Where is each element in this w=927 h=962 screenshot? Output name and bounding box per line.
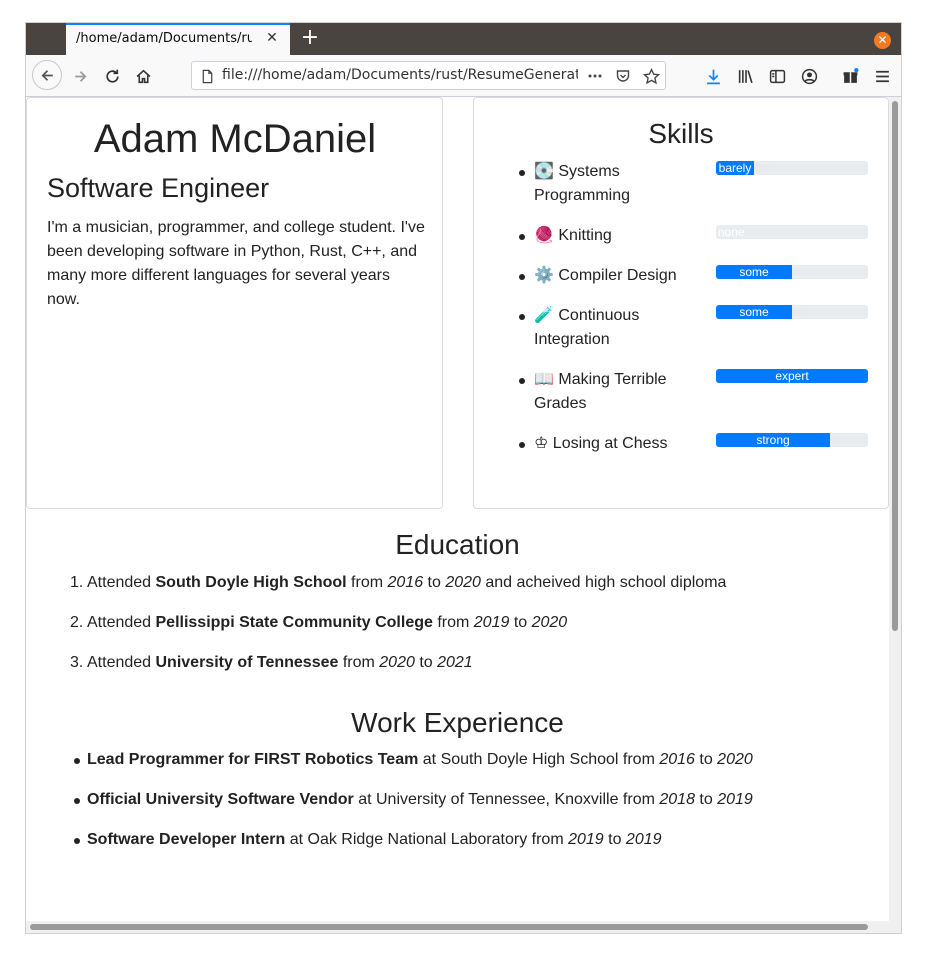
- downloads-button[interactable]: [699, 62, 727, 90]
- forward-button[interactable]: [66, 62, 94, 90]
- skill-progress-bar: some: [716, 265, 868, 279]
- skill-label: ♔ Losing at Chess: [534, 435, 668, 452]
- skill-label: 💽 Systems Programming: [534, 163, 631, 204]
- chess-king-icon: ♔: [534, 435, 549, 452]
- window-close-button[interactable]: ✕: [874, 32, 891, 49]
- bullet: [74, 798, 80, 804]
- horizontal-scrollbar[interactable]: [26, 921, 889, 933]
- yarn-icon: 🧶: [534, 227, 554, 244]
- forward-arrow-icon: [74, 70, 86, 82]
- skill-progress-bar: some: [716, 305, 868, 319]
- work-item: Official University Software Vendor at U…: [87, 791, 753, 808]
- back-arrow-icon: [41, 69, 53, 81]
- horizontal-scroll-thumb[interactable]: [30, 924, 868, 930]
- browser-window: /home/adam/Documents/rust ✕ + ✕ file:///…: [26, 23, 901, 933]
- profile-bio: I'm a musician, programmer, and college …: [47, 219, 425, 308]
- skill-progress-bar: expert: [716, 369, 868, 383]
- skill-progress-fill: strong: [716, 433, 830, 447]
- pocket-icon[interactable]: [614, 67, 632, 85]
- skill-progress-fill: expert: [716, 369, 868, 383]
- profile-role: Software Engineer: [47, 173, 270, 203]
- active-tab[interactable]: /home/adam/Documents/rust ✕: [66, 23, 290, 55]
- back-button[interactable]: [32, 60, 62, 90]
- bullet: [519, 274, 525, 280]
- disk-icon: 💽: [534, 163, 554, 180]
- skill-progress-fill: some: [716, 305, 792, 319]
- account-icon: [801, 68, 817, 84]
- page-icon: [198, 67, 216, 85]
- education-item: Attended University of Tennessee from 20…: [87, 654, 473, 671]
- download-icon: [706, 69, 720, 84]
- skill-progress-bar: barely: [716, 161, 868, 175]
- bookmark-star-icon[interactable]: [642, 67, 660, 85]
- gift-icon: [843, 67, 858, 83]
- education-item: Attended Pellissippi State Community Col…: [87, 614, 568, 631]
- new-tab-button[interactable]: +: [298, 27, 322, 51]
- skill-label: 🧪 Continuous Integration: [534, 307, 640, 348]
- skill-progress-bar: none: [716, 225, 868, 239]
- list-number: 3.: [70, 654, 84, 671]
- list-number: 1.: [70, 574, 84, 591]
- skills-title: Skills: [648, 118, 714, 149]
- bullet: [519, 442, 525, 448]
- page-actions-icon[interactable]: [586, 67, 604, 85]
- home-button[interactable]: [129, 62, 157, 90]
- home-icon: [136, 69, 150, 83]
- reload-icon: [105, 69, 119, 83]
- bullet: [519, 170, 525, 176]
- work-item: Software Developer Intern at Oak Ridge N…: [87, 831, 662, 848]
- sidebar-button[interactable]: [763, 62, 791, 90]
- page-content: Adam McDaniel Software Engineer I'm a mu…: [26, 97, 889, 933]
- education-title: Education: [395, 529, 520, 560]
- tab-close-icon[interactable]: ✕: [264, 30, 280, 46]
- skill-progress-bar: strong: [716, 433, 868, 447]
- navigation-toolbar: file:///home/adam/Documents/rust/ResumeG…: [26, 55, 901, 97]
- skills-card: Skills 💽 Systems Programming barely 🧶 Kn…: [473, 97, 889, 509]
- sidebar-icon: [769, 69, 785, 83]
- skill-progress-fill: none: [717, 225, 745, 239]
- extensions-button[interactable]: [836, 62, 864, 90]
- reload-button[interactable]: [98, 62, 126, 90]
- bullet: [519, 234, 525, 240]
- open-book-icon: 📖: [534, 371, 554, 388]
- list-number: 2.: [70, 614, 84, 631]
- skill-progress-fill: barely: [716, 161, 754, 175]
- skill-progress-fill: some: [716, 265, 792, 279]
- library-icon: [738, 69, 753, 83]
- gear-icon: ⚙️: [534, 267, 554, 284]
- test-tube-icon: 🧪: [534, 307, 554, 324]
- skill-label: ⚙️ Compiler Design: [534, 267, 677, 284]
- menu-button[interactable]: [868, 62, 896, 90]
- bullet: [74, 838, 80, 844]
- account-button[interactable]: [795, 62, 823, 90]
- library-button[interactable]: [731, 62, 759, 90]
- bullet: [519, 378, 525, 384]
- profile-card: Adam McDaniel Software Engineer I'm a mu…: [26, 97, 443, 509]
- skill-label: 📖 Making Terrible Grades: [534, 371, 667, 412]
- education-item: Attended South Doyle High School from 20…: [87, 574, 727, 591]
- hamburger-menu-icon: [875, 70, 889, 82]
- url-text[interactable]: file:///home/adam/Documents/rust/ResumeG…: [222, 67, 578, 83]
- tab-title: /home/adam/Documents/rust: [76, 31, 252, 46]
- address-bar[interactable]: file:///home/adam/Documents/rust/ResumeG…: [191, 61, 666, 90]
- vertical-scrollbar[interactable]: [889, 97, 901, 933]
- skill-label: 🧶 Knitting: [534, 227, 612, 244]
- tab-bar: /home/adam/Documents/rust ✕ + ✕: [26, 23, 901, 55]
- vertical-scroll-thumb[interactable]: [892, 101, 898, 631]
- profile-name: Adam McDaniel: [93, 117, 377, 161]
- work-item: Lead Programmer for FIRST Robotics Team …: [87, 751, 753, 768]
- bullet: [519, 314, 525, 320]
- bullet: [74, 758, 80, 764]
- work-experience-title: Work Experience: [351, 707, 564, 738]
